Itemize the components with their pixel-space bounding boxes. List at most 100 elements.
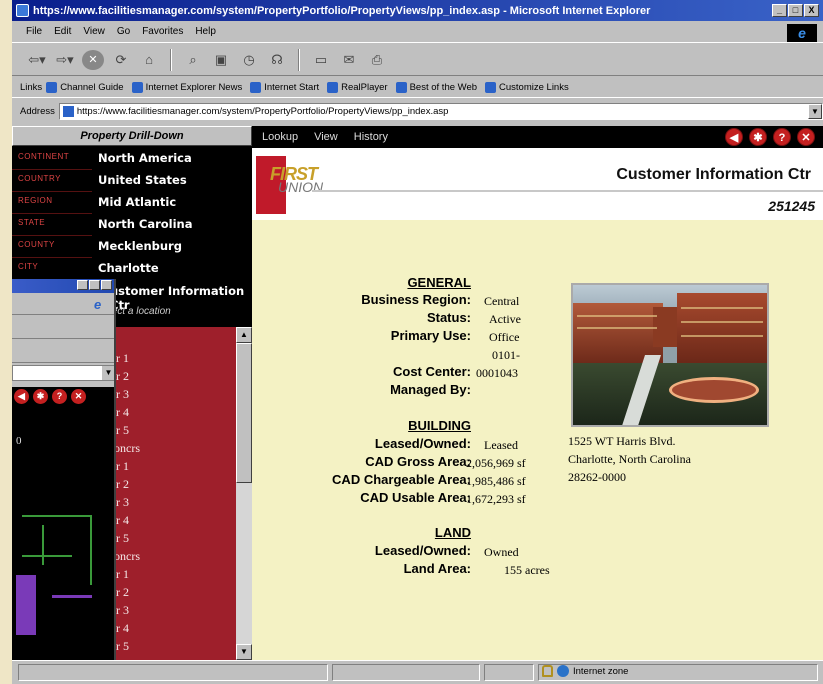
refresh-icon[interactable]: ⟳ [110, 49, 132, 71]
field-value: Leased [484, 438, 518, 452]
field-label: Status: [426, 310, 471, 325]
favorites-icon[interactable]: ▣ [210, 49, 232, 71]
toolbar [12, 315, 114, 339]
link-icon [46, 81, 58, 93]
field-label: Cost Center: [392, 364, 471, 379]
link-best-of-web[interactable]: Best of the Web [395, 81, 478, 93]
status-panel [18, 664, 328, 681]
floor-plan-line [52, 595, 92, 598]
field-label: Leased/Owned: [374, 436, 471, 451]
menu-edit[interactable]: Edit [48, 26, 77, 37]
close-circle-icon[interactable]: ✕ [71, 388, 86, 404]
help-circle-icon[interactable]: ? [52, 388, 67, 404]
floor-plan-line [42, 525, 44, 565]
maximize-button[interactable] [89, 280, 100, 290]
globe-icon [557, 665, 569, 677]
field-value: 0001043 [476, 366, 518, 380]
address-label: Address [20, 105, 55, 117]
chevron-down-icon[interactable]: ▼ [808, 103, 822, 119]
history-icon[interactable]: ◷ [238, 49, 260, 71]
minimize-button[interactable]: _ [772, 4, 787, 17]
forward-icon[interactable]: ⇨▾ [54, 49, 76, 71]
nav-icons: ◀ ✱ ? ✕ [12, 387, 114, 405]
close-circle-icon[interactable]: ✕ [797, 128, 815, 146]
link-label: Customize Links [499, 81, 569, 93]
photo-fountain [669, 377, 759, 403]
link-icon [327, 81, 339, 93]
drill-row-country[interactable]: COUNTRY United States [12, 170, 252, 191]
link-label: Internet Start [264, 81, 320, 93]
scroll-down-icon[interactable]: ▼ [236, 644, 252, 660]
link-channel-guide[interactable]: Channel Guide [46, 81, 124, 93]
menu-go[interactable]: Go [111, 26, 136, 37]
home-circle-icon[interactable]: ✱ [749, 128, 767, 146]
drill-row-state[interactable]: STATE North Carolina [12, 214, 252, 235]
scroll-thumb[interactable] [236, 343, 252, 483]
browser-window: https://www.facilitiesmanager.com/system… [12, 0, 823, 684]
field-value: 155 acres [504, 563, 550, 577]
security-zone: Internet zone [542, 665, 628, 677]
link-customize-links[interactable]: Customize Links [485, 81, 569, 93]
scroll-up-icon[interactable]: ▲ [236, 327, 252, 343]
menu-file[interactable]: File [20, 26, 48, 37]
links-bar: Links Channel Guide Internet Explorer Ne… [12, 77, 823, 98]
mail-icon[interactable]: ✉ [338, 49, 360, 71]
first-union-logo: FIRST UNION [256, 156, 338, 214]
floor-list-scrollbar[interactable]: ▲ ▼ [236, 327, 252, 660]
back-circle-icon[interactable]: ◀ [725, 128, 743, 146]
address-bar: Address https://www.facilitiesmanager.co… [12, 99, 823, 123]
link-ie-news[interactable]: Internet Explorer News [131, 81, 243, 93]
chevron-down-icon[interactable]: ▼ [102, 366, 114, 380]
window-title: https://www.facilitiesmanager.com/system… [33, 4, 651, 17]
page-content: Property Drill-Down CONTINENT North Amer… [12, 126, 823, 660]
field-label: Primary Use: [390, 328, 471, 343]
back-icon[interactable]: ⇦▾ [26, 49, 48, 71]
drill-value: Mid Atlantic [98, 195, 177, 209]
menu-lookup[interactable]: Lookup [262, 131, 298, 143]
menu-help[interactable]: Help [189, 26, 222, 37]
back-circle-icon[interactable]: ◀ [14, 388, 29, 404]
field-value: 2,056,969 sf [466, 456, 526, 470]
link-icon [131, 81, 143, 93]
minimize-button[interactable] [77, 280, 88, 290]
link-label: Internet Explorer News [145, 81, 243, 93]
home-circle-icon[interactable]: ✱ [33, 388, 48, 404]
drill-row-continent[interactable]: CONTINENT North America [12, 148, 252, 169]
close-button[interactable]: X [804, 4, 819, 17]
header-divider [312, 190, 823, 192]
link-internet-start[interactable]: Internet Start [250, 81, 320, 93]
maximize-button[interactable]: □ [788, 4, 803, 17]
content-header: FIRST UNION Customer Information Ctr 251… [252, 148, 823, 220]
drill-key: STATE [18, 218, 46, 227]
menu-view[interactable]: View [77, 26, 111, 37]
menu-favorites[interactable]: Favorites [136, 26, 189, 37]
drill-value: Charlotte [98, 261, 159, 275]
address-line: Charlotte, North Carolina [568, 452, 691, 466]
home-icon[interactable]: ⌂ [138, 49, 160, 71]
menu-history[interactable]: History [354, 131, 388, 143]
link-label: Best of the Web [409, 81, 478, 93]
content-menu-bar: Lookup View History ◀ ✱ ? ✕ [252, 126, 823, 148]
menu-view[interactable]: View [314, 131, 338, 143]
search-icon[interactable]: ⌕ [182, 49, 204, 71]
link-label: RealPlayer [341, 81, 388, 93]
drill-row-region[interactable]: REGION Mid Atlantic [12, 192, 252, 213]
drill-row-city[interactable]: CITY Charlotte [12, 258, 252, 279]
fullscreen-icon[interactable]: ▭ [310, 49, 332, 71]
close-button[interactable] [101, 280, 112, 290]
drill-value: Mecklenburg [98, 239, 182, 253]
field-label: Land Area: [403, 561, 471, 576]
page-icon [62, 105, 74, 117]
address-input[interactable]: https://www.facilitiesmanager.com/system… [58, 102, 823, 120]
print-icon[interactable]: ⎙ [366, 49, 388, 71]
address-input[interactable]: ▼ [12, 365, 114, 381]
help-circle-icon[interactable]: ? [773, 128, 791, 146]
stop-icon[interactable]: ✕ [82, 49, 104, 70]
link-realplayer[interactable]: RealPlayer [327, 81, 388, 93]
drill-row-county[interactable]: COUNTY Mecklenburg [12, 236, 252, 257]
property-details: GENERAL Business Region: Central Status:… [252, 220, 823, 660]
field-label: Business Region: [361, 292, 471, 307]
field-label: CAD Usable Area: [360, 490, 471, 505]
toolbar-separator [298, 48, 300, 71]
channels-icon[interactable]: ☊ [266, 49, 288, 71]
